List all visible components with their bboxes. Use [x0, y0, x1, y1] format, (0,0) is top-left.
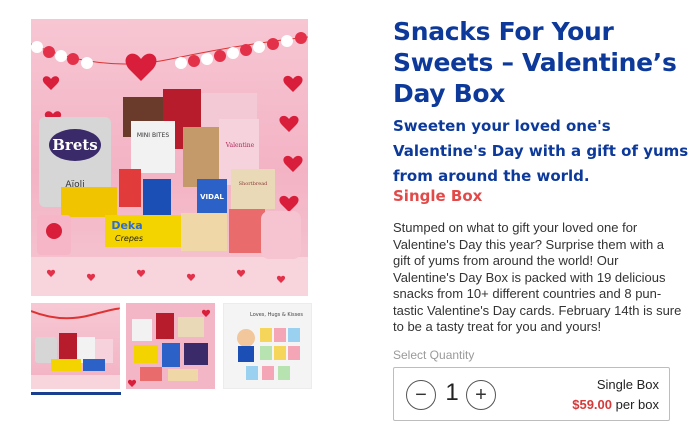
vidal-label: VIDAL [200, 193, 224, 201]
active-thumbnail-indicator [31, 392, 121, 395]
product-description: Stumped on what to gift your loved one f… [393, 220, 682, 334]
thumbnail-1[interactable] [31, 303, 120, 389]
product-subtitle: Sweeten your loved one's Valentine's Day… [393, 117, 689, 185]
thumbnail-3[interactable]: Loves, Hugs & Kisses [223, 303, 312, 389]
brets-label: Brets [52, 136, 98, 154]
quantity-value: 1 [445, 379, 459, 406]
valentine-label: Valentine [225, 142, 255, 149]
quantity-label: Select Quantity [393, 348, 475, 362]
thumbnail-3-caption: Loves, Hugs & Kisses [250, 312, 303, 318]
price-suffix: per box [615, 397, 659, 412]
option-name: Single Box [596, 377, 659, 392]
variant-name: Single Box [393, 187, 483, 205]
thumbnail-3-image: Loves, Hugs & Kisses [237, 312, 303, 380]
quantity-option: Single Box $59.00 per box [572, 377, 659, 412]
deka-label: Deka [111, 219, 142, 232]
increase-quantity-button[interactable]: + [466, 380, 496, 410]
shortbread-label: Shortbread [239, 181, 269, 187]
valentine-box-photo: Brets Aïoli MINI BITES VIDAL Shortbread … [31, 32, 308, 296]
product-title: Snacks For Your Sweets – Valentine’s Day… [393, 17, 677, 108]
option-price: $59.00 [572, 397, 612, 412]
decrease-quantity-button[interactable]: − [406, 380, 436, 410]
thumbnail-2-image [127, 309, 211, 387]
crepes-label: Crepes [115, 234, 143, 243]
mini-bites-label: MINI BITES [137, 132, 169, 139]
quantity-selector: − 1 + Single Box $59.00 per box [393, 367, 670, 421]
thumbnail-1-image [31, 307, 120, 389]
thumbnail-2[interactable] [126, 303, 215, 389]
main-product-image[interactable]: Brets Aïoli MINI BITES VIDAL Shortbread … [31, 19, 308, 296]
